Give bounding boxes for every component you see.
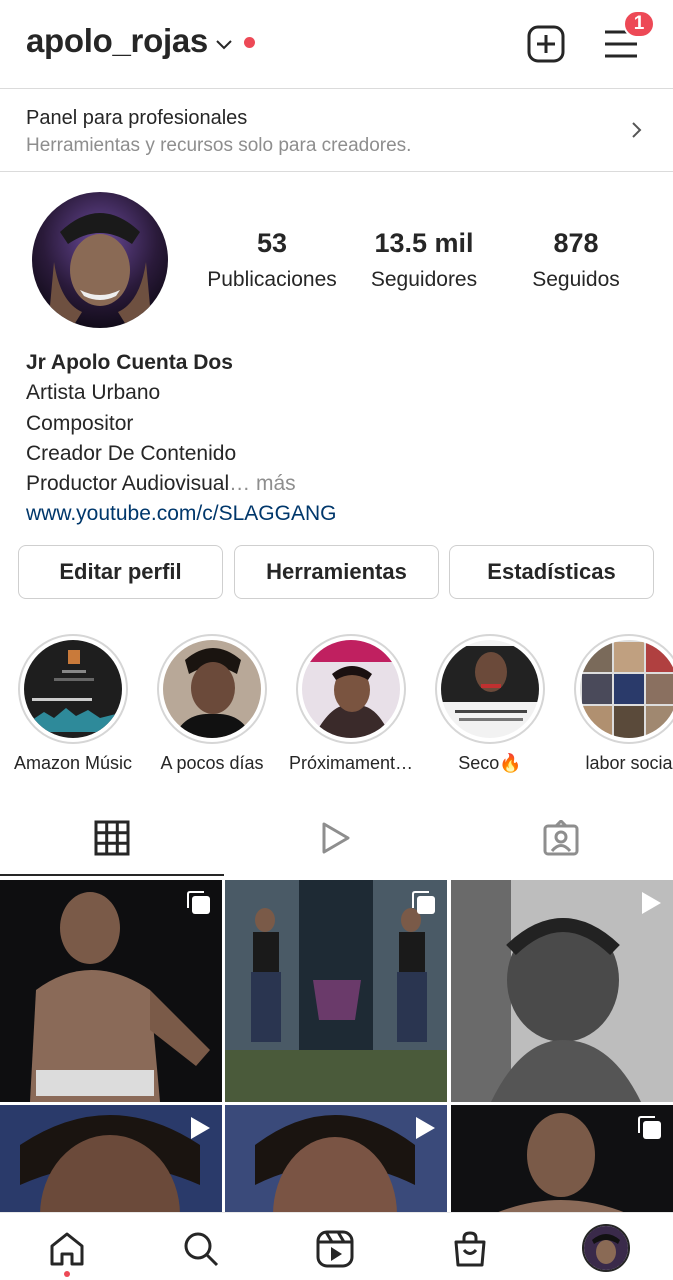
carousel-icon — [638, 1116, 661, 1139]
bio-website-link[interactable]: www.youtube.com/c/SLAGGANG — [26, 499, 336, 529]
posts-count-value: 53 — [256, 228, 288, 258]
edit-profile-button[interactable]: Editar perfil — [18, 545, 223, 599]
highlight-ring — [435, 634, 545, 744]
highlight-label: Amazon Músic — [13, 753, 133, 773]
highlight-ring — [18, 634, 128, 744]
profile-avatar[interactable] — [32, 192, 168, 328]
following-count-value: 878 — [553, 228, 599, 258]
chevron-right-icon — [632, 122, 642, 138]
bio-line: Compositor — [26, 411, 134, 435]
profile-tab-avatar[interactable] — [582, 1224, 630, 1272]
highlight-label: Próximament… — [288, 753, 414, 773]
post-thumbnail[interactable] — [225, 880, 447, 1102]
avatar-photo — [32, 192, 168, 328]
panel-subtitle: Herramientas y recursos solo para creado… — [26, 135, 412, 156]
search-icon[interactable] — [182, 1230, 220, 1268]
story-highlight[interactable]: labor socia — [559, 634, 673, 774]
reel-play-icon — [642, 892, 661, 914]
tab-tagged[interactable] — [449, 800, 673, 876]
posts-count[interactable]: 53 Publicaciones — [197, 228, 347, 292]
post-thumbnail[interactable] — [451, 1105, 673, 1214]
highlight-ring — [574, 634, 673, 744]
story-highlight[interactable]: Próximament… — [281, 634, 421, 774]
post-thumbnail[interactable] — [451, 880, 673, 1102]
highlight-ring — [296, 634, 406, 744]
bio-line: Creador De Contenido — [26, 441, 237, 465]
tab-reels[interactable] — [224, 800, 448, 876]
tagged-icon — [543, 820, 579, 856]
home-activity-dot — [64, 1271, 70, 1277]
notification-badge: 1 — [623, 10, 655, 38]
home-icon[interactable] — [48, 1230, 86, 1268]
story-highlight[interactable]: Seco🔥 — [420, 634, 560, 774]
highlight-label: labor socia — [585, 753, 673, 773]
panel-title: Panel para profesionales — [26, 107, 248, 129]
post-thumbnail[interactable] — [0, 1105, 222, 1214]
bottom-navigation — [0, 1212, 673, 1280]
followers-count-label: Seguidores — [370, 268, 478, 291]
highlight-cover — [580, 640, 673, 738]
display-name: Jr Apolo Cuenta Dos — [26, 351, 233, 374]
story-highlight[interactable]: A pocos días — [142, 634, 282, 774]
following-count[interactable]: 878 Seguidos — [506, 228, 646, 292]
profile-tabs — [0, 800, 673, 876]
shop-icon[interactable] — [451, 1230, 489, 1268]
post-thumbnail[interactable] — [0, 880, 222, 1102]
bio-line: Productor Audiovisual — [26, 472, 230, 496]
highlight-ring — [157, 634, 267, 744]
highlight-label: A pocos días — [160, 753, 264, 773]
bio-more-link[interactable]: más — [256, 472, 296, 495]
bio-ellipsis: … — [229, 472, 251, 496]
highlight-cover — [441, 640, 539, 738]
story-highlight[interactable]: Amazon Músic — [3, 634, 143, 774]
highlight-label: Seco🔥 — [458, 753, 522, 773]
bio-line-truncated: Productor Audiovisual… más — [26, 469, 336, 499]
reels-play-icon — [322, 822, 350, 854]
chevron-down-icon[interactable] — [214, 34, 234, 54]
posts-grid — [0, 878, 673, 1214]
profile-bio: Jr Apolo Cuenta Dos Artista Urbano Compo… — [26, 348, 336, 530]
highlight-cover — [163, 640, 261, 738]
reel-play-icon — [416, 1117, 435, 1139]
reels-icon[interactable] — [316, 1230, 354, 1268]
post-thumbnail[interactable] — [225, 1105, 447, 1214]
following-count-label: Seguidos — [532, 268, 620, 291]
bio-line: Artista Urbano — [26, 381, 161, 405]
account-switcher-username[interactable]: apolo_rojas — [26, 22, 208, 60]
carousel-icon — [412, 891, 435, 914]
followers-count-value: 13.5 mil — [374, 228, 474, 258]
posts-count-label: Publicaciones — [207, 268, 337, 291]
tools-button[interactable]: Herramientas — [234, 545, 439, 599]
highlight-cover — [302, 640, 400, 738]
top-header: apolo_rojas 1 — [0, 0, 673, 88]
professional-dashboard-link[interactable]: Panel para profesionales Herramientas y … — [0, 88, 673, 172]
new-post-icon[interactable] — [527, 25, 565, 63]
tab-posts-grid[interactable] — [0, 800, 224, 876]
carousel-icon — [187, 891, 210, 914]
grid-icon — [94, 820, 130, 856]
unread-dot — [244, 37, 255, 48]
followers-count[interactable]: 13.5 mil Seguidores — [354, 228, 494, 292]
reel-play-icon — [191, 1117, 210, 1139]
highlight-cover — [24, 640, 122, 738]
insights-button[interactable]: Estadísticas — [449, 545, 654, 599]
